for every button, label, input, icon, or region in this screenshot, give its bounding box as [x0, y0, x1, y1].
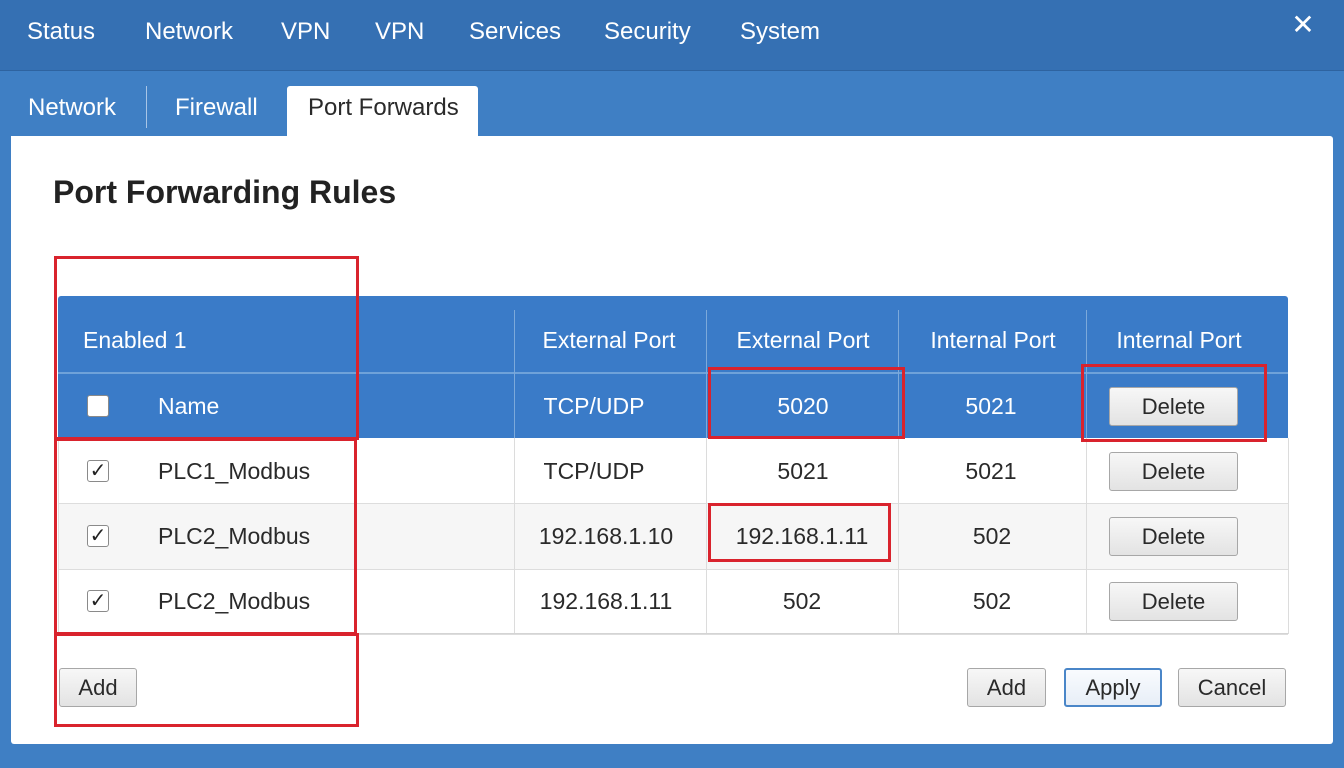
- select-all-checkbox[interactable]: [87, 395, 109, 417]
- row-checkbox[interactable]: ✓: [87, 460, 109, 482]
- topnav-vpn[interactable]: VPN: [281, 18, 330, 46]
- delete-button[interactable]: Delete: [1109, 582, 1238, 621]
- rule-name: PLC1_Modbus: [158, 458, 311, 484]
- row-checkbox[interactable]: ✓: [87, 590, 109, 612]
- header-external-port-value: 5020: [777, 393, 829, 419]
- table-border: [1288, 438, 1289, 634]
- row-checkbox[interactable]: ✓: [87, 525, 109, 547]
- column-divider: [1086, 310, 1087, 438]
- topnav-vpn-2[interactable]: VPN: [375, 18, 424, 46]
- delete-button[interactable]: Delete: [1109, 452, 1238, 491]
- header-protocol: TCP/UDP: [543, 393, 645, 419]
- column-divider: [706, 438, 707, 634]
- rule-col5: 502: [972, 523, 1012, 549]
- column-divider: [706, 310, 707, 438]
- column-divider: [1086, 438, 1087, 634]
- rule-col4: 192.168.1.11: [735, 523, 869, 549]
- topnav-status[interactable]: Status: [27, 18, 95, 46]
- subtab-divider: [146, 86, 147, 128]
- delete-button[interactable]: Delete: [1109, 387, 1238, 426]
- column-divider: [898, 438, 899, 634]
- close-icon[interactable]: ✕: [1288, 10, 1318, 40]
- rule-col4: 5021: [777, 458, 829, 484]
- header-internal-port-value: 5021: [965, 393, 1017, 419]
- column-divider: [514, 438, 515, 634]
- rule-col5: 5021: [965, 458, 1017, 484]
- rule-name: PLC2_Modbus: [158, 523, 311, 549]
- topnav-network[interactable]: Network: [145, 18, 233, 46]
- topnav-system[interactable]: System: [740, 18, 820, 46]
- header-name[interactable]: Name: [158, 393, 219, 420]
- header-internal-port[interactable]: Internal Port: [930, 327, 1055, 354]
- column-divider: [514, 310, 515, 438]
- rule-col3: 192.168.1.10: [538, 523, 674, 549]
- table-header: [58, 296, 1288, 438]
- rule-col4: 502: [782, 588, 822, 614]
- page-title: Port Forwarding Rules: [53, 174, 397, 210]
- header-enabled[interactable]: Enabled 1: [83, 327, 187, 354]
- header-divider: [58, 372, 1288, 374]
- apply-button[interactable]: Apply: [1064, 668, 1162, 707]
- header-external-port-2[interactable]: External Port: [737, 327, 870, 354]
- topnav-security[interactable]: Security: [604, 18, 691, 46]
- delete-button[interactable]: Delete: [1109, 517, 1238, 556]
- table-border: [58, 633, 1288, 634]
- rule-col3: 192.168.1.11: [539, 588, 673, 614]
- rule-col3: TCP/UDP: [543, 458, 645, 484]
- table-border: [58, 438, 59, 634]
- rule-col5: 502: [972, 588, 1012, 614]
- topnav-services[interactable]: Services: [469, 18, 561, 46]
- rule-name: PLC2_Modbus: [158, 588, 311, 614]
- header-internal-port-2[interactable]: Internal Port: [1116, 327, 1241, 354]
- add-rule-button[interactable]: Add: [967, 668, 1046, 707]
- subtab-firewall[interactable]: Firewall: [175, 86, 258, 136]
- top-nav-bar: Status Network VPN VPN Services Security…: [0, 0, 1344, 71]
- header-external-port[interactable]: External Port: [543, 327, 676, 354]
- cancel-button[interactable]: Cancel: [1178, 668, 1286, 707]
- column-divider: [898, 310, 899, 438]
- subtab-network[interactable]: Network: [28, 86, 116, 136]
- add-button[interactable]: Add: [59, 668, 137, 707]
- subtab-port-forwards[interactable]: Port Forwards: [287, 86, 478, 136]
